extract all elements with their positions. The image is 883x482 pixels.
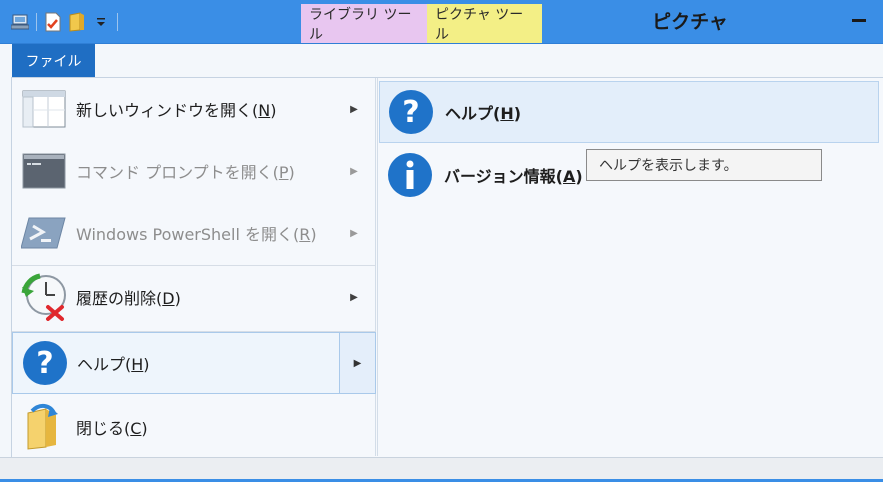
command-prompt-icon bbox=[20, 147, 68, 195]
toolbar-divider bbox=[36, 13, 37, 31]
minimize-icon bbox=[852, 18, 866, 22]
new-folder-check-icon[interactable] bbox=[41, 8, 65, 36]
new-window-icon bbox=[20, 85, 68, 133]
menu-item-label: 閉じる(C) bbox=[76, 419, 148, 438]
svg-text:?: ? bbox=[402, 95, 419, 130]
window-title: ピクチャ bbox=[652, 11, 728, 33]
svg-text:?: ? bbox=[36, 346, 53, 381]
menu-item-label: ヘルプ(H) bbox=[77, 355, 150, 374]
menu-item-command-prompt[interactable]: コマンド プロンプトを開く(P) ▶ bbox=[12, 140, 376, 202]
submenu-item-label: ヘルプ(H) bbox=[445, 104, 522, 123]
menu-item-label: コマンド プロンプトを開く(P) bbox=[76, 163, 295, 182]
help-submenu: ? ヘルプ(H) バージョン情報(A) bbox=[377, 78, 883, 456]
close-icon bbox=[20, 403, 68, 451]
tab-library-tools[interactable]: ライブラリ ツール bbox=[301, 4, 427, 43]
toolbar-divider bbox=[117, 13, 118, 31]
menu-item-new-window[interactable]: 新しいウィンドウを開く(N) ▶ bbox=[12, 78, 376, 140]
properties-icon[interactable] bbox=[8, 8, 32, 36]
powershell-icon bbox=[20, 209, 68, 257]
help-icon: ? bbox=[21, 339, 69, 387]
quick-access-toolbar bbox=[8, 8, 122, 36]
folder-icon[interactable] bbox=[65, 8, 89, 36]
clear-history-icon bbox=[20, 273, 68, 321]
minimize-button[interactable] bbox=[849, 10, 869, 30]
menu-item-powershell[interactable]: Windows PowerShell を開く(R) ▶ bbox=[12, 202, 376, 264]
file-menu: 新しいウィンドウを開く(N) ▶ コマンド プロンプトを開く(P) ▶ Wind… bbox=[12, 78, 376, 456]
menu-item-label: 履歴の削除(D) bbox=[76, 289, 181, 308]
submenu-arrow-button[interactable]: ▶ bbox=[339, 333, 375, 393]
customize-dropdown-icon[interactable] bbox=[89, 8, 113, 36]
submenu-arrow-icon: ▶ bbox=[350, 227, 358, 239]
submenu-arrow-icon: ▶ bbox=[350, 165, 358, 177]
title-bar: ライブラリ ツール ピクチャ ツール ピクチャ bbox=[0, 0, 883, 44]
menu-item-clear-history[interactable]: 履歴の削除(D) ▶ bbox=[12, 266, 376, 328]
submenu-item-help[interactable]: ? ヘルプ(H) bbox=[379, 81, 879, 143]
info-icon bbox=[386, 151, 434, 199]
menu-item-label: 新しいウィンドウを開く(N) bbox=[76, 101, 277, 120]
submenu-item-label: バージョン情報(A) bbox=[444, 167, 583, 186]
tooltip: ヘルプを表示します。 bbox=[586, 149, 822, 181]
help-icon: ? bbox=[387, 88, 435, 136]
menu-item-help[interactable]: ? ヘルプ(H) ▶ bbox=[12, 332, 376, 394]
tab-picture-tools[interactable]: ピクチャ ツール bbox=[427, 4, 542, 43]
file-menu-panel: 新しいウィンドウを開く(N) ▶ コマンド プロンプトを開く(P) ▶ Wind… bbox=[11, 77, 883, 457]
submenu-arrow-icon: ▶ bbox=[350, 103, 358, 115]
menu-item-label: Windows PowerShell を開く(R) bbox=[76, 225, 317, 244]
submenu-arrow-icon: ▶ bbox=[350, 291, 358, 303]
file-tab[interactable]: ファイル bbox=[12, 44, 95, 77]
menu-item-close[interactable]: 閉じる(C) bbox=[12, 396, 376, 458]
